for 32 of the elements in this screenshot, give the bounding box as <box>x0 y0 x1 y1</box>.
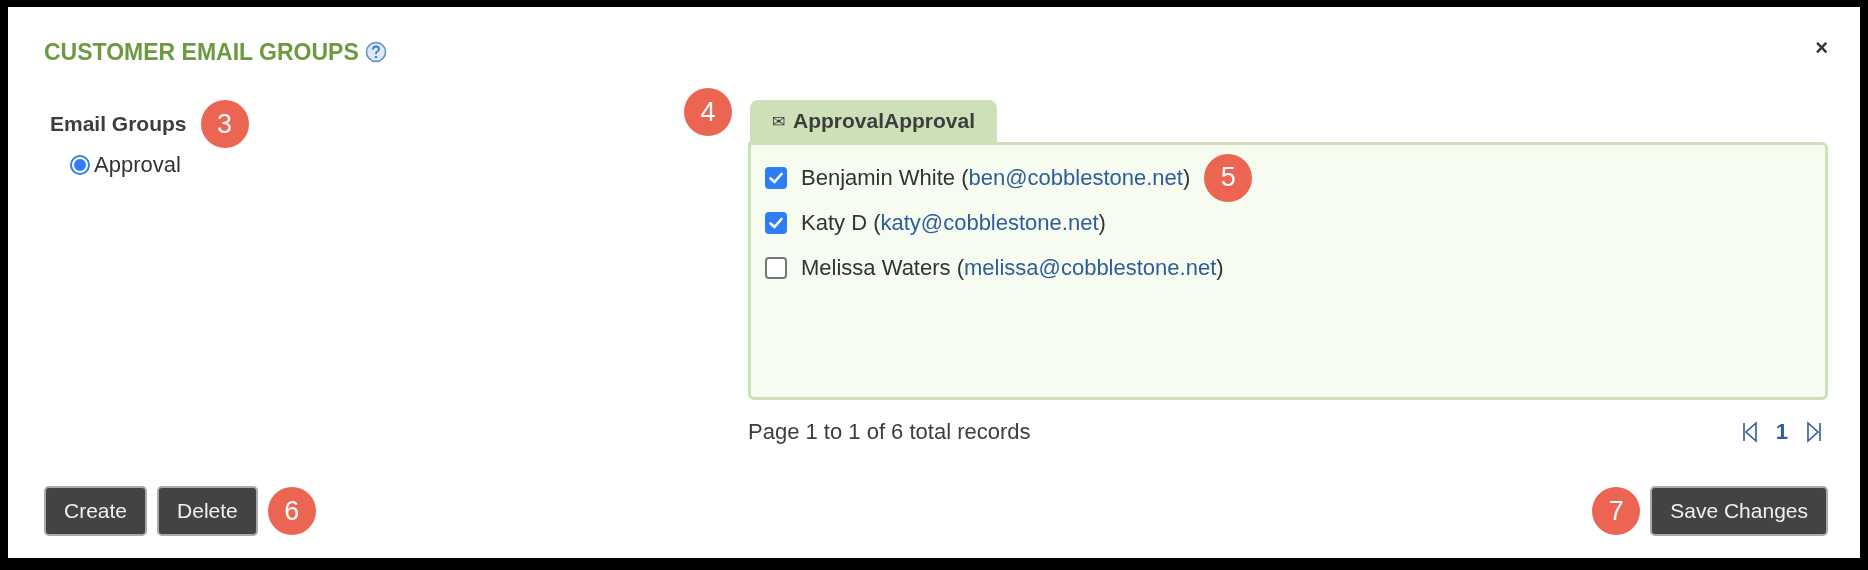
checkbox[interactable] <box>765 211 787 234</box>
email-link[interactable]: melissa@cobblestone.net <box>964 254 1217 280</box>
email-link[interactable]: katy@cobblestone.net <box>880 209 1099 235</box>
recipient-label: Melissa Waters (melissa@cobblestone.net) <box>801 254 1224 281</box>
last-page-icon <box>1806 421 1822 443</box>
recipient-label: Benjamin White (ben@cobblestone.net) <box>801 164 1191 191</box>
first-page-icon <box>1741 421 1758 443</box>
checkbox[interactable] <box>765 256 787 279</box>
first-page-button[interactable] <box>1741 421 1758 443</box>
checkmark-icon <box>769 216 783 229</box>
radio-button[interactable] <box>70 155 90 175</box>
annotation-badge: 3 <box>200 100 249 148</box>
dialog-title: CUSTOMER EMAIL GROUPS <box>44 38 359 66</box>
email-link[interactable]: ben@cobblestone.net <box>968 164 1183 190</box>
annotation-badge: 4 <box>684 88 732 136</box>
group-radio-option[interactable]: Approval <box>70 152 181 178</box>
page-number[interactable]: 1 <box>1775 419 1788 445</box>
action-button[interactable]: Create <box>44 486 148 536</box>
annotation-badge: 6 <box>267 487 316 535</box>
annotation-badge: 7 <box>1592 487 1641 535</box>
group-tab[interactable]: ✉ ApprovalApproval <box>750 100 998 142</box>
action-button[interactable]: Delete <box>157 486 258 536</box>
help-icon[interactable] <box>364 41 387 63</box>
section-heading: Email Groups <box>50 112 187 136</box>
records-summary: Page 1 to 1 of 6 total records <box>748 419 1031 445</box>
checkbox[interactable] <box>765 166 787 189</box>
checkmark-icon <box>769 171 783 184</box>
save-button[interactable]: Save Changes <box>1650 486 1828 536</box>
close-button[interactable]: × <box>1815 35 1828 69</box>
annotation-badge: 5 <box>1204 153 1253 202</box>
recipient-label: Katy D (katy@cobblestone.net) <box>801 209 1106 236</box>
last-page-button[interactable] <box>1806 421 1822 443</box>
